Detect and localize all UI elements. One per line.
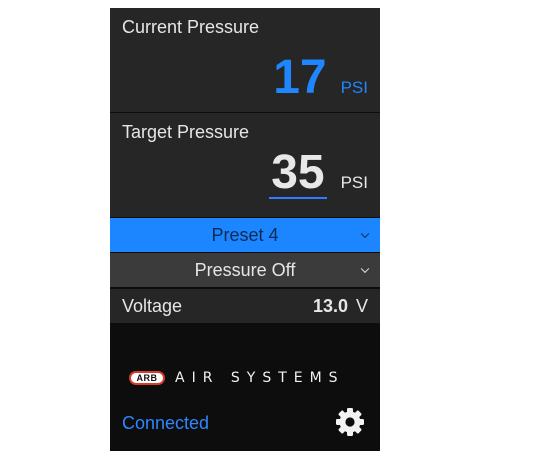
target-pressure-label: Target Pressure xyxy=(122,122,250,142)
chevron-down-icon xyxy=(360,264,370,274)
arb-logo: ARB xyxy=(129,371,165,385)
settings-button[interactable] xyxy=(334,406,366,438)
pressure-mode-select[interactable]: Pressure Off xyxy=(110,253,380,287)
voltage-value: 13.0 xyxy=(312,296,348,316)
voltage-reading: 13.0 V xyxy=(313,296,368,317)
app-window: Current Pressure 17 PSI Target Pressure … xyxy=(110,8,380,451)
gear-icon xyxy=(336,408,364,436)
target-pressure-input[interactable]: 35 xyxy=(269,149,327,199)
chevron-down-icon xyxy=(360,229,370,239)
current-pressure-panel: Current Pressure 17 PSI xyxy=(110,8,380,112)
voltage-unit: V xyxy=(355,296,368,316)
target-pressure-reading: 35 PSI xyxy=(269,149,368,199)
pressure-mode-value: Pressure Off xyxy=(194,259,296,280)
connection-status: Connected xyxy=(122,413,210,433)
current-pressure-label: Current Pressure xyxy=(122,17,260,37)
current-pressure-value: 17 xyxy=(273,51,327,104)
brand-text: AIR SYSTEMS xyxy=(175,370,345,386)
target-pressure-panel: Target Pressure 35 PSI xyxy=(110,113,380,217)
voltage-label: Voltage xyxy=(122,296,183,316)
brand-logo: ARB AIR SYSTEMS xyxy=(129,370,345,386)
current-pressure-reading: 17 PSI xyxy=(273,52,368,104)
target-pressure-unit: PSI xyxy=(340,173,368,192)
voltage-row: Voltage 13.0 V xyxy=(110,289,380,323)
preset-select-value: Preset 4 xyxy=(211,224,279,245)
current-pressure-unit: PSI xyxy=(340,78,368,97)
preset-select[interactable]: Preset 4 xyxy=(110,218,380,252)
